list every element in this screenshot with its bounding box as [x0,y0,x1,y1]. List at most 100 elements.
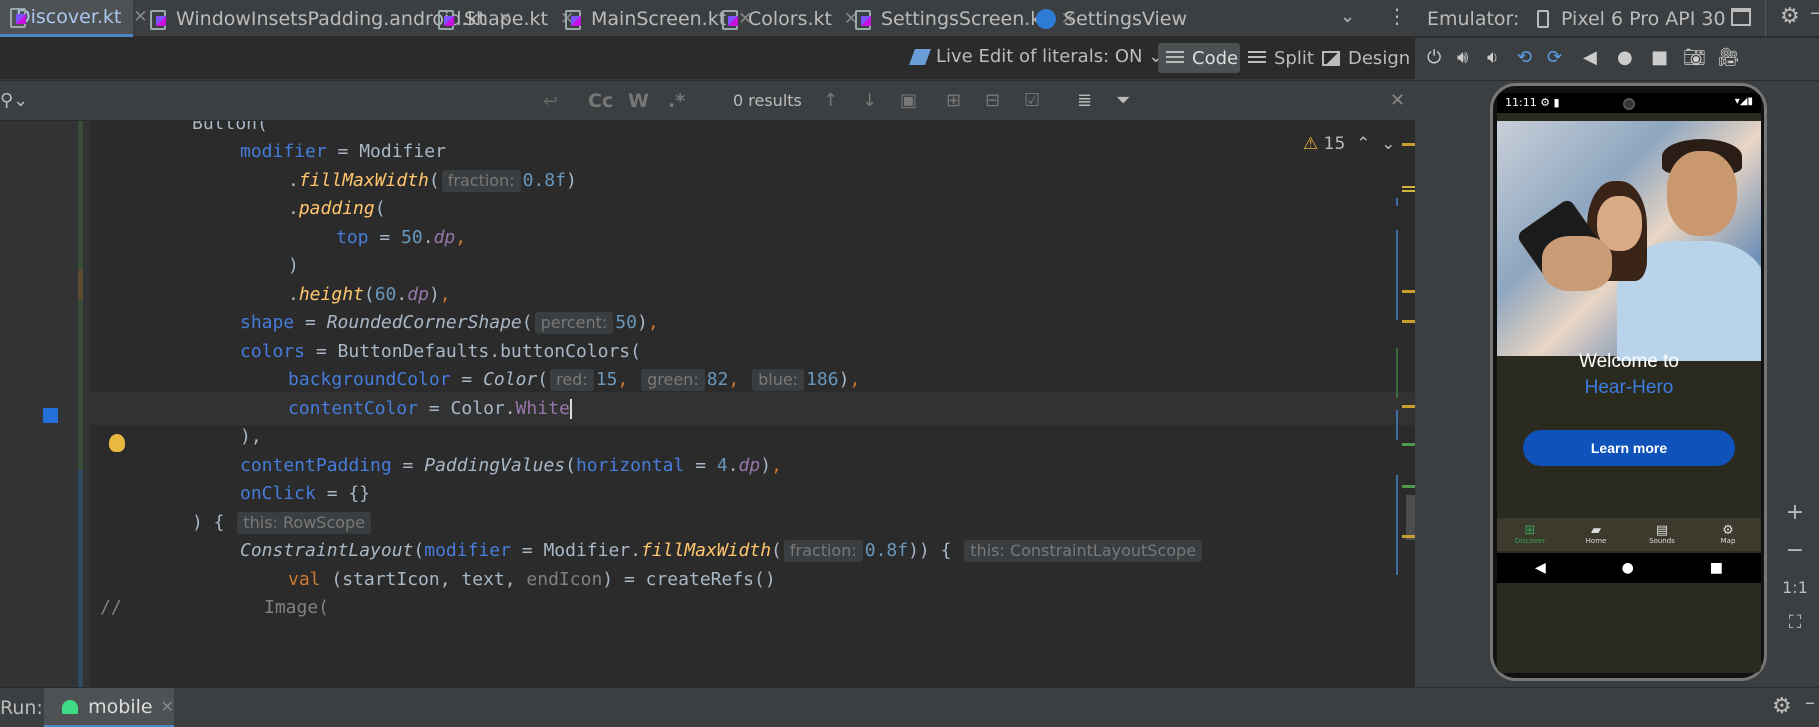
learn-more-button[interactable]: Learn more [1523,430,1735,466]
home-icon[interactable]: ● [1617,48,1633,68]
match-case-toggle[interactable]: Cc [588,90,613,112]
arrow-up-icon[interactable]: ↑ [823,90,838,111]
device-screen[interactable]: 11:11 ⚙ ▮ ▾◢▮ Welcome to Hear-Hero Learn … [1497,93,1761,673]
whole-words-toggle[interactable]: W [628,90,649,112]
find-bar: ⚲⌄ ↩ Cc W .* 0 results ↑ ↓ ▣ ⊞ ⊟ ☑ ≣ ⏷ ✕ [0,81,1415,121]
design-label: Design [1348,47,1411,69]
volume-up-icon[interactable]: 🔊︎ [1457,48,1468,68]
sounds-icon: ▤ [1655,523,1669,538]
add-occurrence-icon[interactable]: ⊞ [946,90,961,111]
compose-preview-icon [1036,8,1056,29]
search-icon[interactable]: ⚲⌄ [0,90,28,111]
nav-item-map[interactable]: ⚙ Map [1695,518,1761,551]
code-editor[interactable]: Button( 260modifier = Modifier 261.fillM… [90,121,1415,687]
kotlin-file-icon [853,8,873,30]
design-view-button[interactable]: Design [1322,43,1410,73]
regex-toggle[interactable]: .* [668,90,685,112]
code-token: val [288,569,321,590]
select-occurrences-icon[interactable]: ☑ [1024,90,1040,111]
close-icon[interactable]: ✕ [161,697,174,716]
parameter-hint: red: [550,369,594,391]
overview-icon[interactable]: ■ [1710,560,1723,576]
code-token: 0.8f [522,170,566,191]
warning-marker[interactable] [1402,143,1415,146]
brand-name: Hear-Hero [1584,377,1674,398]
chevron-up-icon[interactable]: ⌃ [1356,134,1370,154]
filter-icon[interactable]: ⏷ [1116,90,1130,111]
split-view-button[interactable]: Split [1248,43,1314,73]
remove-occurrence-icon[interactable]: ⊟ [985,90,1000,111]
tab-label: Shape.kt [464,7,548,30]
window-icon[interactable] [1731,8,1751,26]
zoom-in-icon[interactable]: + [1775,500,1815,525]
emulator-label: Emulator: [1427,8,1520,30]
back-icon[interactable]: ◀ [1535,560,1546,576]
more-options-icon[interactable]: ⋮ [1387,4,1407,28]
nav-item-home[interactable]: ▰ Home [1563,518,1629,551]
minimize-icon[interactable]: – [1805,690,1815,714]
rotate-left-icon[interactable]: ⟲ [1517,48,1532,68]
warning-marker[interactable] [1402,405,1415,408]
split-icon [1248,51,1266,65]
warning-marker[interactable] [1402,535,1415,538]
record-icon[interactable]: 🎥︎ [1717,48,1740,68]
parameter-hint: blue: [752,369,805,391]
nav-item-discover[interactable]: ⊞ Discover [1497,518,1563,551]
new-line-icon[interactable]: ↩ [543,91,558,112]
code-view-button[interactable]: Code [1158,43,1240,73]
code-token: = Modifier [326,141,446,162]
nav-item-sounds[interactable]: ▤ Sounds [1629,518,1695,551]
change-marker [1396,348,1398,398]
gear-icon[interactable]: ⚙ [1772,694,1792,719]
warning-marker[interactable] [1402,290,1415,293]
warning-marker[interactable] [1402,320,1415,323]
chevron-down-icon[interactable]: ⌄ [1340,6,1355,27]
code-token: fillMaxWidth [640,540,772,561]
zoom-out-icon[interactable]: − [1775,538,1815,563]
info-marker[interactable] [1402,443,1415,446]
live-edit-dropdown[interactable]: Live Edit of literals: ON ⌄ [909,46,1163,67]
rotate-right-icon[interactable]: ⟳ [1547,48,1562,68]
code-token: Image( [264,597,330,618]
power-icon[interactable]: ⏻ [1427,48,1441,68]
warning-marker[interactable] [1402,186,1415,193]
overview-icon[interactable]: ■ [1651,48,1668,68]
volume-down-icon[interactable]: 🔉︎ [1487,48,1498,68]
device-selector[interactable]: Pixel 6 Pro API 30 [1537,8,1726,30]
select-all-icon[interactable]: ▣ [900,90,917,111]
error-stripe[interactable] [1370,140,1415,687]
code-token: 0.8f [864,540,909,561]
code-token: endIcon [526,569,603,590]
gear-icon[interactable]: ⚙ [1780,4,1800,29]
signal-battery-icons: ▾◢▮ [1734,96,1753,107]
lightbulb-icon[interactable] [109,434,125,452]
phone-icon [1537,10,1549,28]
tab-discover[interactable]: Discover.kt ✕ [0,0,148,37]
info-marker[interactable] [1402,485,1415,488]
code-token: // [100,597,122,618]
back-icon[interactable]: ◀ [1583,48,1597,68]
color-swatch-icon[interactable] [43,408,58,423]
tab-settingsview[interactable]: SettingsView [1028,0,1187,37]
code-token: contentColor [288,398,419,419]
arrow-down-icon[interactable]: ↓ [862,90,877,111]
minimize-icon[interactable]: – [1810,0,1819,24]
close-icon[interactable]: ✕ [1390,90,1405,111]
actual-size-icon[interactable]: 1:1 [1775,578,1815,597]
code-token: RoundedCornerShape [326,312,522,333]
code-label: Code [1192,47,1239,69]
system-navigation: ◀ ● ■ [1497,553,1761,583]
tab-shape[interactable]: Shape.kt ✕ [428,0,574,37]
home-icon[interactable]: ● [1622,560,1634,576]
camera-icon[interactable]: 📷︎ [1683,48,1706,68]
filter-lines-icon[interactable]: ≣ [1077,90,1092,111]
emulator-controls: ⏻ 🔊︎ 🔉︎ ⟲ ⟳ ◀ ● ■ 📷︎ 🎥︎ [1415,38,1819,80]
tab-colors[interactable]: Colors.kt ✕ [712,0,858,37]
run-config-tab[interactable]: mobile ✕ [44,688,174,727]
scrollbar-thumb[interactable] [1406,495,1415,540]
emulator-toolbar: Emulator: Pixel 6 Pro API 30 ⚙ – [1415,0,1819,37]
fit-screen-icon[interactable]: ⛶ [1775,612,1815,633]
nav-label: Map [1720,537,1736,545]
nav-label: Home [1585,537,1607,545]
bottom-navigation: ⊞ Discover ▰ Home ▤ Sounds ⚙ Map [1497,518,1761,551]
